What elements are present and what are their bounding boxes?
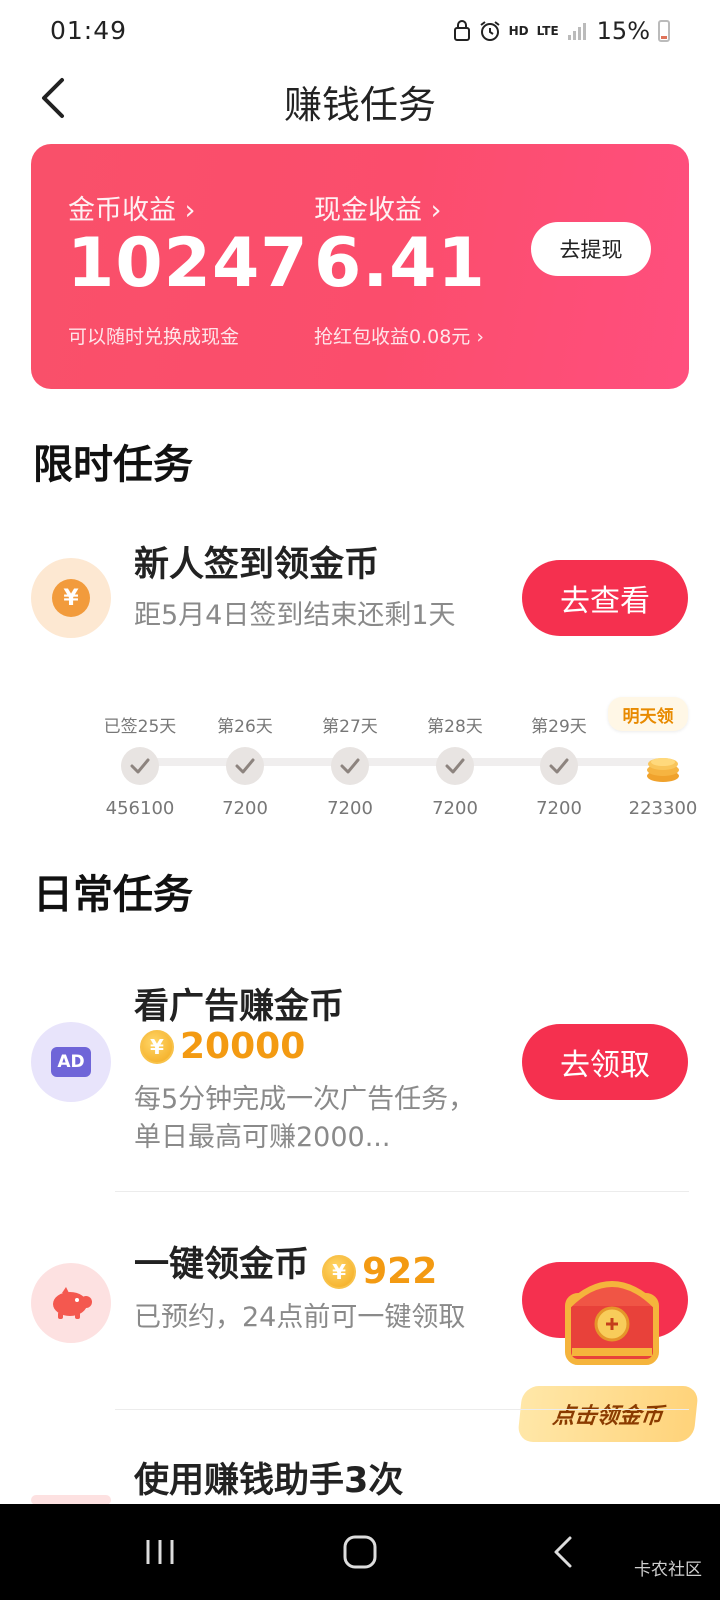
oneclick-task-heading: 一键领金币 ¥922: [134, 1236, 437, 1292]
signin-day-label: 第29天: [531, 717, 587, 737]
coin-earnings-value: 10247: [67, 224, 309, 303]
signin-day-label: 第26天: [217, 717, 273, 737]
oneclick-task-coin-amount: 922: [362, 1251, 438, 1292]
home-icon[interactable]: [340, 1532, 380, 1572]
treasure-chest-icon: [565, 1281, 659, 1365]
hd-label: HD: [508, 24, 529, 38]
lock-icon: [453, 20, 470, 41]
piggy-task-icon-bg: [31, 1263, 111, 1343]
chevron-right-icon: ›: [430, 195, 442, 226]
ad-task-coin-amount: 20000: [180, 1026, 306, 1067]
check-icon: [540, 747, 578, 785]
signin-day-amount: 456100: [105, 798, 175, 819]
claim-ad-reward-button[interactable]: 去领取: [522, 1024, 688, 1100]
signin-task-desc: 距5月4日签到结束还剩1天: [134, 600, 456, 631]
yuan-coin-icon: ¥: [322, 1254, 357, 1289]
alarm-icon: [479, 21, 500, 41]
withdraw-button[interactable]: 去提现: [531, 222, 651, 276]
check-icon: [436, 747, 474, 785]
coin-earnings-sub: 可以随时兑换成现金: [68, 326, 240, 348]
status-icons: HD LTE 15%: [453, 16, 670, 46]
header: 赚钱任务: [0, 64, 720, 134]
view-signin-button[interactable]: 去查看: [522, 560, 688, 636]
signin-day-amount: 7200: [536, 798, 582, 819]
coin-earnings-label: 金币收益: [68, 195, 176, 226]
signin-day-label: 已签25天: [103, 717, 177, 737]
chevron-right-icon: ›: [476, 326, 484, 348]
battery-icon: [658, 20, 670, 42]
status-time: 01:49: [50, 16, 128, 45]
ad-task-title: 看广告赚金币: [134, 987, 345, 1027]
coin-stack-icon: [644, 748, 682, 786]
page-title: 赚钱任务: [283, 83, 436, 127]
treasure-chest-button[interactable]: 点击领金币: [517, 1262, 712, 1442]
recent-apps-icon[interactable]: [140, 1532, 180, 1572]
signin-task-icon-bg: ¥: [31, 558, 111, 638]
chevron-right-icon: ›: [184, 195, 196, 226]
divider: [115, 1191, 689, 1192]
earnings-card: 金币收益 › 10247 可以随时兑换成现金 现金收益 › 6.41 抢红包收益…: [31, 144, 689, 389]
red-packet-earnings-link[interactable]: 抢红包收益0.08元 ›: [314, 322, 484, 349]
cash-earnings-value: 6.41: [314, 224, 486, 303]
back-icon[interactable]: [544, 1532, 584, 1572]
limited-tasks-title: 限时任务: [33, 442, 193, 488]
oneclick-task-title: 一键领金币: [134, 1245, 310, 1285]
cash-earnings-label: 现金收益: [314, 195, 422, 226]
cash-earnings-link[interactable]: 现金收益 ›: [314, 188, 441, 227]
signin-task-title: 新人签到领金币: [134, 545, 380, 585]
signin-day-amount: 223300: [628, 798, 698, 819]
signin-progress-track: [136, 758, 661, 766]
oneclick-task-desc: 已预约，24点前可一键领取: [134, 1302, 466, 1333]
signin-day-amount: 7200: [222, 798, 268, 819]
signin-day-label: 第28天: [427, 717, 483, 737]
lte-label: LTE: [536, 24, 559, 38]
yuan-coin-icon: ¥: [52, 579, 90, 617]
piggy-bank-icon: [53, 1287, 92, 1319]
divider: [115, 1409, 689, 1410]
red-packet-earnings-label: 抢红包收益0.08元: [314, 326, 471, 348]
status-bar: 01:49 HD LTE 15%: [0, 0, 720, 64]
check-icon: [331, 747, 369, 785]
tomorrow-claim-badge: 明天领: [608, 697, 688, 731]
ad-icon: AD: [51, 1047, 91, 1077]
yuan-coin-icon: ¥: [140, 1029, 174, 1064]
ad-task-icon-bg: AD: [31, 1022, 111, 1102]
check-icon: [121, 747, 159, 785]
daily-tasks-title: 日常任务: [33, 872, 193, 918]
helper-task-title: 使用赚钱助手3次: [134, 1461, 404, 1501]
claim-coins-label: 点击领金币: [517, 1386, 699, 1442]
watermark: 卡农社区: [634, 1560, 702, 1580]
coin-earnings-link[interactable]: 金币收益 ›: [68, 188, 195, 227]
signin-day-amount: 7200: [432, 798, 478, 819]
signal-icon: [567, 23, 586, 40]
signin-day-amount: 7200: [327, 798, 373, 819]
signin-day-label: 第27天: [322, 717, 378, 737]
ad-task-desc: 每5分钟完成一次广告任务，单日最高可赚2000...: [134, 1084, 476, 1153]
system-nav-bar: 卡农社区: [0, 1504, 720, 1600]
ad-task-reward: ¥20000: [140, 1026, 305, 1067]
battery-percent: 15%: [596, 17, 650, 45]
check-icon: [226, 747, 264, 785]
